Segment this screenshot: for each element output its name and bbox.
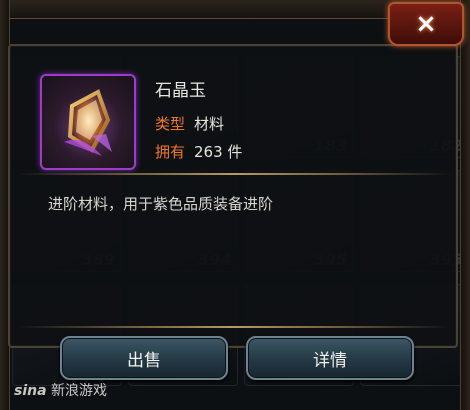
item-owned-label: 拥有	[155, 143, 186, 161]
divider	[18, 326, 452, 328]
sell-button[interactable]: 出售	[60, 336, 228, 380]
window-frame-right	[460, 0, 470, 410]
item-description: 进阶材料，用于紫色品质装备进阶	[48, 195, 274, 213]
watermark: sina 新浪游戏	[14, 380, 107, 400]
sell-button-label: 出售	[127, 350, 161, 371]
item-type-row: 类型 材料	[155, 113, 224, 134]
sina-logo: sina	[14, 383, 47, 399]
item-name: 石晶玉	[155, 81, 206, 101]
details-button-label: 详情	[313, 350, 347, 371]
item-owned-row: 拥有 263 件	[155, 141, 242, 162]
item-icon	[40, 74, 136, 170]
purple-crystal-icon	[64, 89, 112, 156]
divider	[18, 173, 452, 175]
item-owned-value: 263 件	[194, 143, 243, 161]
watermark-text: 新浪游戏	[51, 383, 107, 399]
item-type-label: 类型	[155, 115, 186, 133]
close-icon: ×	[415, 9, 437, 39]
details-button[interactable]: 详情	[246, 336, 414, 380]
close-button[interactable]: ×	[388, 2, 464, 46]
item-type-value: 材料	[194, 115, 225, 133]
